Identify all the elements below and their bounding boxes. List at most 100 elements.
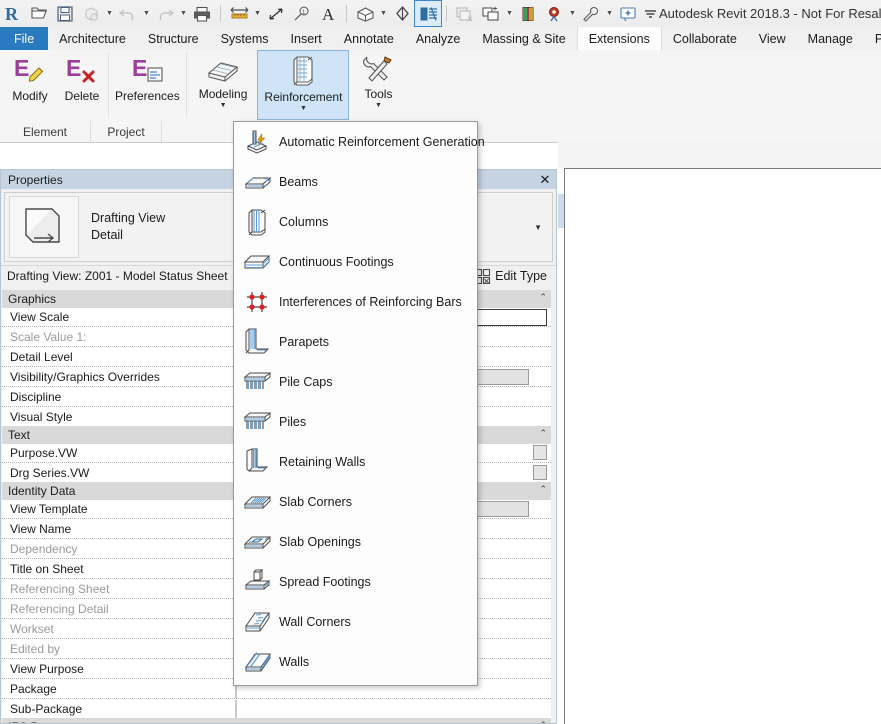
tab-extensions[interactable]: Extensions <box>576 27 662 50</box>
tab-collaborate[interactable]: Collaborate <box>662 27 748 50</box>
menu-item-walls[interactable]: Walls <box>234 642 477 682</box>
view-dropdown-icon[interactable]: ▼ <box>378 1 389 26</box>
property-name: Graphics <box>8 292 57 306</box>
ribbon-button-delete[interactable]: E Delete <box>56 50 108 118</box>
interferences-icon <box>243 287 273 317</box>
qat-overflow-icon[interactable] <box>641 1 659 26</box>
chevron-down-icon[interactable]: ▼ <box>220 102 227 110</box>
ribbon-button-modeling[interactable]: Modeling ▼ <box>193 50 254 118</box>
tab-systems[interactable]: Systems <box>210 27 280 50</box>
menu-item-slab-corners[interactable]: Slab Corners <box>234 482 477 522</box>
tab-view[interactable]: View <box>748 27 797 50</box>
ribbon-button-preferences[interactable]: E Preferences <box>109 50 186 118</box>
measure-dropdown-icon[interactable]: ▼ <box>252 1 263 26</box>
property-browse-button[interactable] <box>533 465 547 480</box>
menu-item-label: Interferences of Reinforcing Bars <box>279 295 462 309</box>
menu-item-label: Automatic Reinforcement Generation <box>279 135 485 149</box>
automatic-reinforcement-icon <box>243 127 273 157</box>
default-3d-view-icon[interactable] <box>352 1 378 26</box>
qat-divider <box>220 5 221 22</box>
close-icon[interactable]: ✕ <box>534 170 556 189</box>
revit-logo-icon[interactable]: R <box>0 1 26 26</box>
menu-item-automatic-reinforcement-generation[interactable]: Automatic Reinforcement Generation <box>234 122 485 162</box>
collapse-chevron-icon[interactable]: ⌃ <box>539 484 547 495</box>
property-name: Sub-Package <box>2 700 236 718</box>
aligned-dimension-icon[interactable] <box>263 1 289 26</box>
tab-parameter-organizer[interactable]: ParameterO <box>864 27 881 50</box>
svg-text:E: E <box>132 55 147 81</box>
collapse-chevron-icon[interactable]: ⌃ <box>539 428 547 439</box>
menu-item-columns[interactable]: Columns <box>234 202 477 242</box>
save-icon[interactable] <box>52 1 78 26</box>
tab-massing-and-site[interactable]: Massing & Site <box>471 27 576 50</box>
collapse-chevron-icon[interactable]: ⌃ <box>539 292 547 303</box>
property-name: Visibility/Graphics Overrides <box>2 368 236 386</box>
menu-item-continuous-footings[interactable]: Continuous Footings <box>234 242 477 282</box>
ribbon-button-modify[interactable]: E Modify <box>4 50 56 118</box>
property-browse-button[interactable] <box>533 445 547 460</box>
options-dropdown-icon[interactable]: ▼ <box>604 1 615 26</box>
thin-lines-icon[interactable] <box>414 0 442 27</box>
tab-analyze[interactable]: Analyze <box>405 27 471 50</box>
menu-item-label: Slab Corners <box>279 495 352 509</box>
switch-windows-dropdown-icon[interactable]: ▼ <box>504 1 515 26</box>
chevron-down-icon[interactable]: ▼ <box>300 105 307 113</box>
menu-item-spread-footings[interactable]: Spread Footings <box>234 562 477 602</box>
render-dropdown-icon[interactable]: ▼ <box>567 1 578 26</box>
print-icon[interactable] <box>189 1 215 26</box>
measure-icon[interactable] <box>226 1 252 26</box>
svg-text:R: R <box>5 4 19 23</box>
menu-item-pile-caps[interactable]: Pile Caps <box>234 362 477 402</box>
options-icon[interactable] <box>578 1 604 26</box>
property-name: View Name <box>2 520 236 538</box>
properties-row[interactable]: Sub-Package <box>2 700 555 718</box>
chevron-down-icon[interactable]: ▼ <box>375 102 382 110</box>
text-icon[interactable]: A <box>315 1 341 26</box>
reinforcement-icon <box>288 54 318 88</box>
drafting-view-canvas[interactable] <box>564 168 881 724</box>
properties-group-header[interactable]: IFC Parameters ⌃ <box>2 718 555 723</box>
tab-architecture[interactable]: Architecture <box>48 27 137 50</box>
tag-icon[interactable]: 1 <box>289 1 315 26</box>
collapse-chevron-icon[interactable]: ⌃ <box>539 720 547 723</box>
menu-item-label: Pile Caps <box>279 375 333 389</box>
tab-file[interactable]: File <box>0 27 49 50</box>
chevron-down-icon[interactable]: ▼ <box>534 223 542 232</box>
type-preview-thumbnail <box>9 196 79 258</box>
ribbon-button-label: Preferences <box>115 89 180 103</box>
section-icon[interactable] <box>389 1 415 26</box>
app-title: Autodesk Revit 2018.3 - Not For Resale V <box>659 6 881 21</box>
tab-insert[interactable]: Insert <box>280 27 333 50</box>
ribbon-button-tools[interactable]: Tools ▼ <box>352 50 404 118</box>
sync-dropdown-icon[interactable]: ▼ <box>104 1 115 26</box>
property-value[interactable] <box>236 700 555 718</box>
menu-item-label: Piles <box>279 415 307 429</box>
properties-scrollbar[interactable] <box>551 290 555 723</box>
ribbon-button-reinforcement[interactable]: Reinforcement ▼ <box>257 50 350 120</box>
redo-dropdown-icon[interactable]: ▼ <box>178 1 189 26</box>
tab-annotate[interactable]: Annotate <box>333 27 405 50</box>
tab-manage[interactable]: Manage <box>797 27 864 50</box>
menu-item-piles[interactable]: Piles <box>234 402 477 442</box>
menu-item-wall-corners[interactable]: Wall Corners <box>234 602 477 642</box>
materials-icon[interactable] <box>515 1 541 26</box>
menu-item-interferences-of-reinforcing-bars[interactable]: Interferences of Reinforcing Bars <box>234 282 477 322</box>
render-icon[interactable] <box>541 1 567 26</box>
tab-structure[interactable]: Structure <box>137 27 210 50</box>
close-hidden-windows-icon <box>452 1 478 26</box>
menu-item-parapets[interactable]: Parapets <box>234 322 477 362</box>
customize-qat-icon[interactable] <box>615 1 641 26</box>
type-family-label: Drafting View <box>91 211 166 225</box>
menu-item-beams[interactable]: Beams <box>234 162 477 202</box>
menu-item-retaining-walls[interactable]: Retaining Walls <box>234 442 477 482</box>
undo-dropdown-icon[interactable]: ▼ <box>141 1 152 26</box>
menu-item-label: Continuous Footings <box>279 255 394 269</box>
menu-item-slab-openings[interactable]: Slab Openings <box>234 522 477 562</box>
property-name: View Template <box>2 500 236 518</box>
properties-title-label: Properties <box>8 172 63 187</box>
switch-windows-icon[interactable] <box>478 1 504 26</box>
menu-item-label: Columns <box>279 215 329 229</box>
menu-item-label: Beams <box>279 175 318 189</box>
open-icon[interactable] <box>26 1 52 26</box>
edit-type-button[interactable]: Edit Type <box>475 268 547 284</box>
